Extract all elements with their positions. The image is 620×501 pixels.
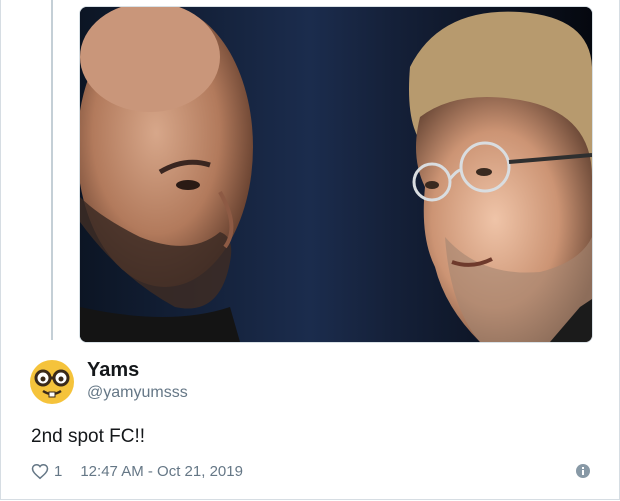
user-handle[interactable]: @yamyumsss	[87, 384, 188, 402]
tweet-text: 2nd spot FC!!	[31, 426, 146, 447]
like-count: 1	[54, 462, 63, 480]
display-name[interactable]: Yams	[87, 359, 139, 382]
tweet-timestamp[interactable]: 12:47 AM - Oct 21, 2019	[80, 463, 243, 480]
media-photo	[80, 7, 592, 342]
tweet-media-image[interactable]	[79, 6, 593, 343]
nerd-face-emoji-icon	[30, 360, 74, 404]
tweet-card: Yams @yamyumsss 2nd spot FC!! 1 12:47 AM…	[0, 0, 620, 500]
heart-icon[interactable]	[31, 463, 49, 480]
info-icon[interactable]	[576, 464, 590, 478]
avatar[interactable]	[29, 359, 75, 405]
thread-connector-line	[51, 0, 53, 340]
tweet-footer: 1 12:47 AM - Oct 21, 2019	[31, 461, 243, 481]
